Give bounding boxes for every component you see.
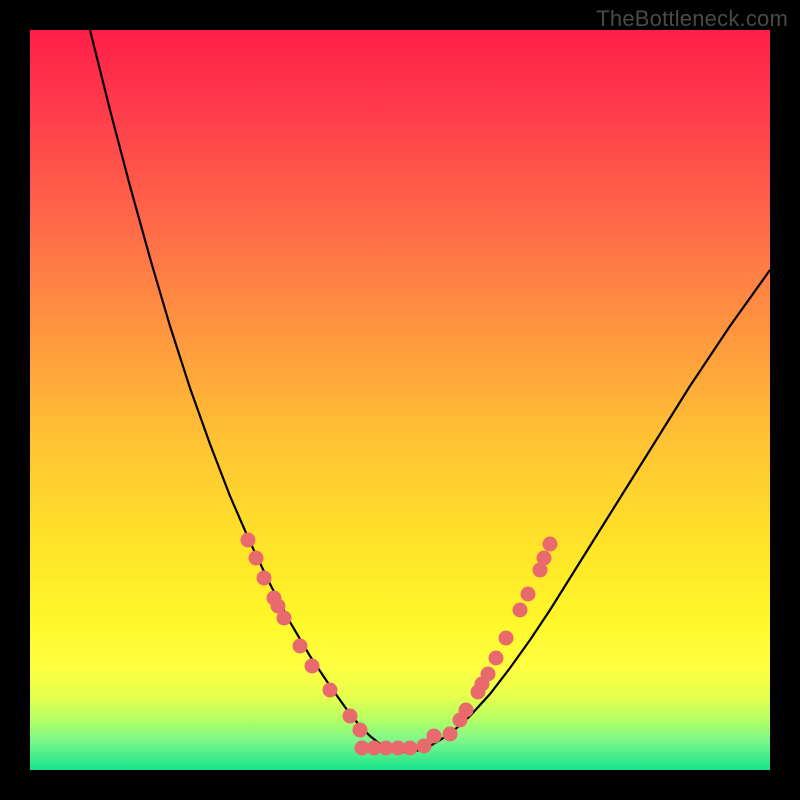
data-dot xyxy=(323,683,338,698)
data-dot xyxy=(277,611,292,626)
data-dot xyxy=(521,587,536,602)
data-dot xyxy=(427,729,442,744)
data-dot xyxy=(249,551,264,566)
data-dot xyxy=(443,727,458,742)
data-dots xyxy=(241,533,558,756)
data-dot xyxy=(241,533,256,548)
data-dot xyxy=(543,537,558,552)
data-dot xyxy=(305,659,320,674)
data-dot xyxy=(257,571,272,586)
watermark-text: TheBottleneck.com xyxy=(596,6,788,32)
data-dot xyxy=(293,639,308,654)
outer-frame: TheBottleneck.com xyxy=(0,0,800,800)
data-dot xyxy=(537,551,552,566)
plot-area xyxy=(30,30,770,770)
data-dot xyxy=(403,741,418,756)
data-dot xyxy=(513,603,528,618)
bottleneck-chart xyxy=(30,30,770,770)
data-dot xyxy=(481,667,496,682)
data-dot xyxy=(353,723,368,738)
data-dot xyxy=(489,651,504,666)
bottleneck-curve xyxy=(90,30,770,752)
data-dot xyxy=(459,703,474,718)
data-dot xyxy=(499,631,514,646)
data-dot xyxy=(343,709,358,724)
